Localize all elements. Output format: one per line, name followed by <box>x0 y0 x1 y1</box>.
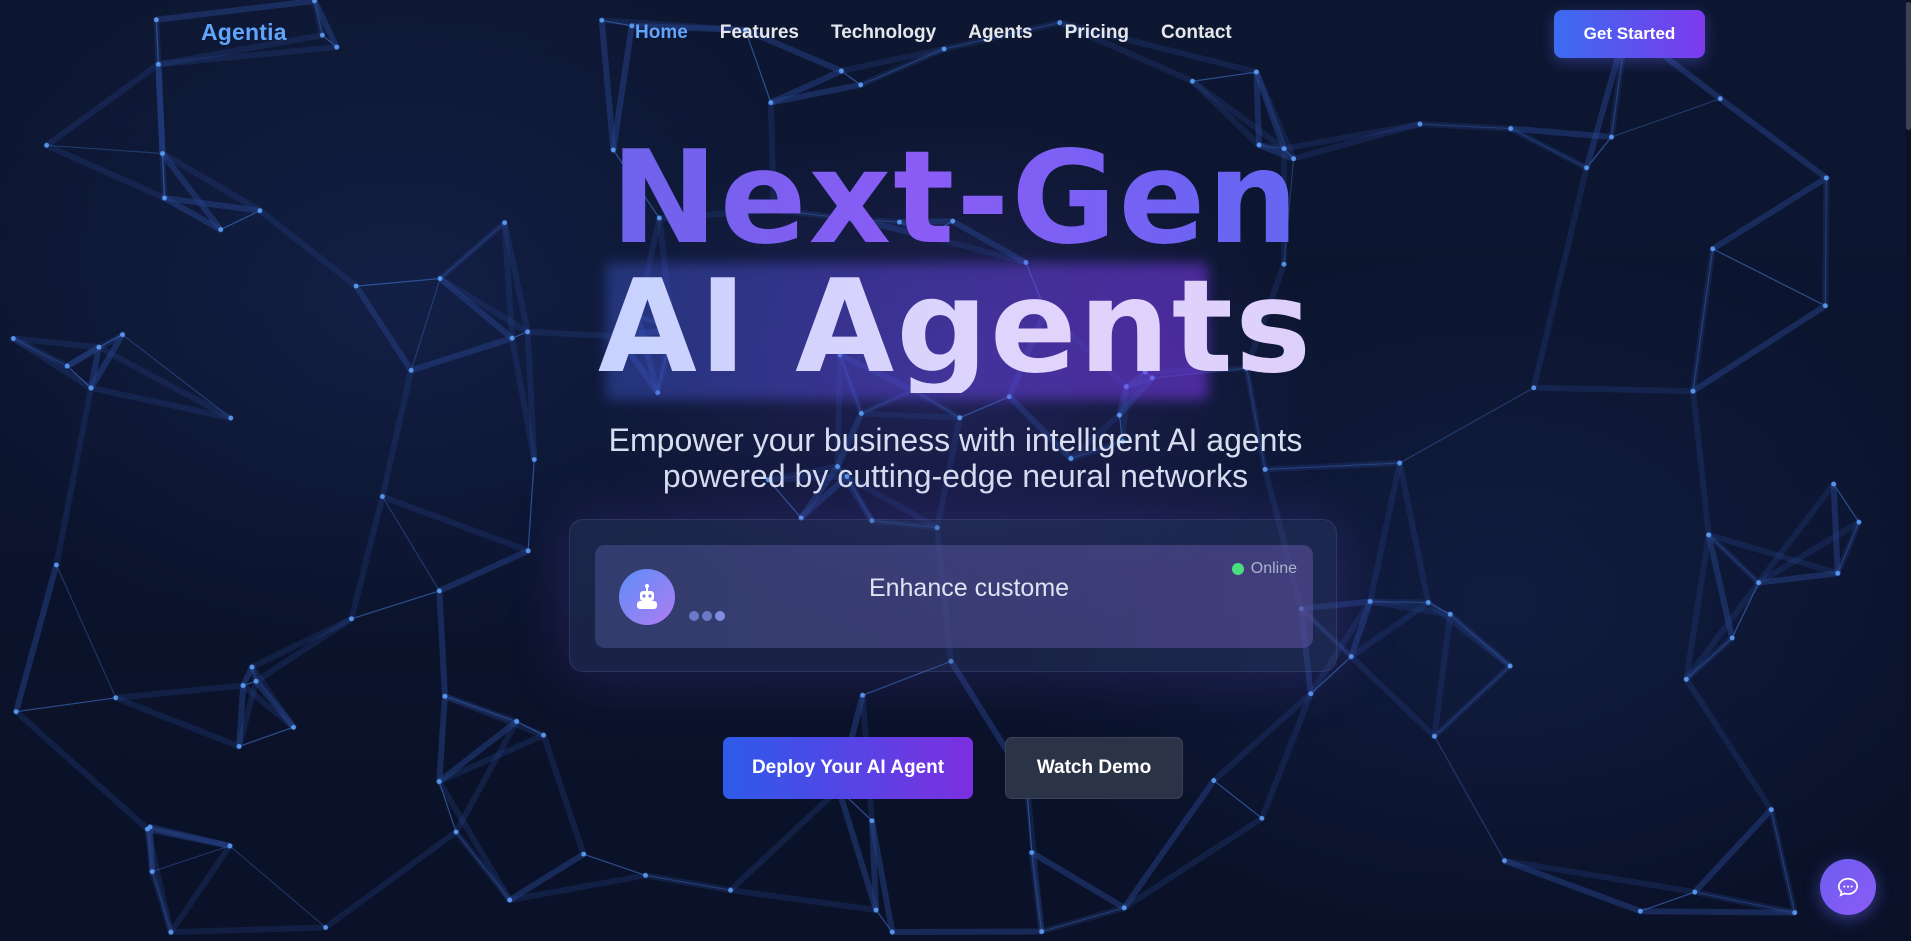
get-started-button[interactable]: Get Started <box>1554 10 1705 58</box>
nav-link-features[interactable]: Features <box>720 22 799 44</box>
top-navigation: Agentia Home Features Technology Agents … <box>0 0 1911 68</box>
status-dot-icon <box>1231 563 1244 575</box>
nav-menu: Home Features Technology Agents Pricing … <box>635 22 1232 44</box>
typing-indicator <box>689 611 725 621</box>
watch-demo-button[interactable]: Watch Demo <box>1005 737 1183 799</box>
page-scrollbar[interactable] <box>1906 0 1911 941</box>
scrollbar-thumb[interactable] <box>1906 2 1911 130</box>
typing-dot <box>702 611 712 621</box>
nav-link-home[interactable]: Home <box>635 22 688 44</box>
hero-subtitle-line1: Empower your business with intelligent A… <box>608 422 1303 458</box>
chat-widget-button[interactable] <box>1820 859 1876 915</box>
deploy-agent-button[interactable]: Deploy Your AI Agent <box>723 737 973 799</box>
chat-bubble-icon <box>1838 877 1858 897</box>
typing-dot <box>689 611 699 621</box>
hero-title-line2: AI Agents <box>597 253 1314 402</box>
hero-title-line2-wrapper: AI Agents <box>597 253 1314 402</box>
nav-link-pricing[interactable]: Pricing <box>1065 22 1129 44</box>
nav-link-contact[interactable]: Contact <box>1161 22 1232 44</box>
status-label: Online <box>1250 560 1297 577</box>
typing-dot <box>715 611 725 621</box>
agent-chat-card: Enhance custome Online <box>595 545 1313 648</box>
hero-subtitle-line2: powered by cutting-edge neural networks <box>662 458 1249 494</box>
agent-demo-panel: Enhance custome Online <box>569 519 1337 672</box>
hero-heading: Next-Gen AI Agents <box>0 124 1911 402</box>
agent-status: Online <box>1231 560 1297 578</box>
agent-typing-text: Enhance custome <box>868 574 1070 602</box>
hero-title-line1: Next-Gen <box>610 124 1301 273</box>
hero-subtitle: Empower your business with intelligent A… <box>0 422 1911 494</box>
brand-logo[interactable]: Agentia <box>201 19 287 46</box>
nav-link-agents[interactable]: Agents <box>968 22 1032 44</box>
nav-link-technology[interactable]: Technology <box>831 22 936 44</box>
